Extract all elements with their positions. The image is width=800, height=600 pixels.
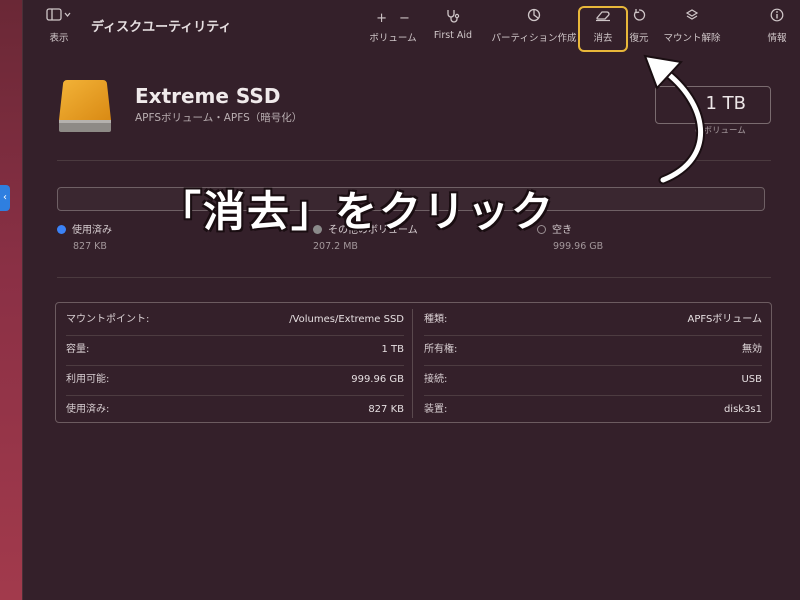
info-value: 無効 <box>742 344 762 355</box>
legend-other-value: 207.2 MB <box>313 241 358 252</box>
annotation-callout: 「消去」をクリック <box>159 187 556 236</box>
info-value: 827 KB <box>368 404 404 415</box>
sidebar-icon <box>41 8 77 30</box>
app-title: ディスクユーティリティ <box>91 20 232 35</box>
used-color-dot <box>57 225 66 234</box>
info-label: 情報 <box>767 33 787 44</box>
eject-icon <box>659 8 725 30</box>
pie-chart-icon <box>487 8 581 30</box>
legend-used-value: 827 KB <box>73 241 107 252</box>
info-value: disk3s1 <box>723 404 762 415</box>
info-row-type: 種類: APFSボリューム <box>424 305 762 335</box>
info-key: マウントポイント: <box>66 314 150 325</box>
view-button[interactable]: 表示 <box>41 8 77 44</box>
info-key: 容量: <box>66 344 90 355</box>
minus-icon[interactable]: − <box>399 11 410 26</box>
disk-subtitle: APFSボリューム・APFS（暗号化） <box>135 112 303 124</box>
annotation-arrow <box>643 54 705 185</box>
info-row-owners: 所有権: 無効 <box>424 335 762 365</box>
disk-utility-window: 表示 ディスクユーティリティ + − ボリューム First Aid パーティシ… <box>22 0 800 600</box>
info-key: 種類: <box>424 314 448 325</box>
volume-button-group: + − ボリューム <box>363 8 423 44</box>
info-key: 利用可能: <box>66 374 110 385</box>
info-row-mountpoint: マウントポイント: /Volumes/Extreme SSD <box>66 305 404 335</box>
usage-divider <box>57 277 771 278</box>
unmount-button[interactable]: マウント解除 <box>659 8 725 44</box>
info-row-used: 使用済み: 827 KB <box>66 395 404 425</box>
firstaid-label: First Aid <box>433 30 473 41</box>
info-button[interactable]: 情報 <box>759 8 795 44</box>
info-row-connection: 接続: USB <box>424 365 762 395</box>
info-key: 接続: <box>424 374 448 385</box>
info-value: 1 TB <box>381 344 404 355</box>
info-column-separator <box>412 309 413 418</box>
unmount-label: マウント解除 <box>663 33 721 44</box>
desktop-window-tab[interactable]: ‹ <box>0 185 10 211</box>
legend-used: 使用済み <box>57 221 112 236</box>
legend-used-label: 使用済み <box>72 225 112 236</box>
stethoscope-icon <box>427 8 479 30</box>
info-value: USB <box>741 374 762 385</box>
erase-highlight-box <box>578 6 628 52</box>
legend-free-value: 999.96 GB <box>553 241 604 252</box>
plus-icon[interactable]: + <box>376 11 387 26</box>
info-key: 装置: <box>424 404 448 415</box>
info-row-capacity: 容量: 1 TB <box>66 335 404 365</box>
info-value: /Volumes/Extreme SSD <box>289 314 404 325</box>
info-row-device: 装置: disk3s1 <box>424 395 762 425</box>
info-table: マウントポイント: /Volumes/Extreme SSD 容量: 1 TB … <box>55 302 772 423</box>
info-value: APFSボリューム <box>687 314 763 325</box>
desktop-background <box>0 0 22 600</box>
view-label: 表示 <box>49 33 69 44</box>
info-icon <box>759 8 795 30</box>
info-key: 所有権: <box>424 344 458 355</box>
info-row-available: 利用可能: 999.96 GB <box>66 365 404 395</box>
volume-label: ボリューム <box>369 33 417 44</box>
partition-label: パーティション作成 <box>491 33 577 44</box>
info-value: 999.96 GB <box>351 374 404 385</box>
info-key: 使用済み: <box>66 404 110 415</box>
external-drive-icon <box>57 76 117 134</box>
disk-name: Extreme SSD <box>135 84 281 108</box>
partition-button[interactable]: パーティション作成 <box>487 8 581 44</box>
firstaid-button[interactable]: First Aid <box>427 8 479 41</box>
